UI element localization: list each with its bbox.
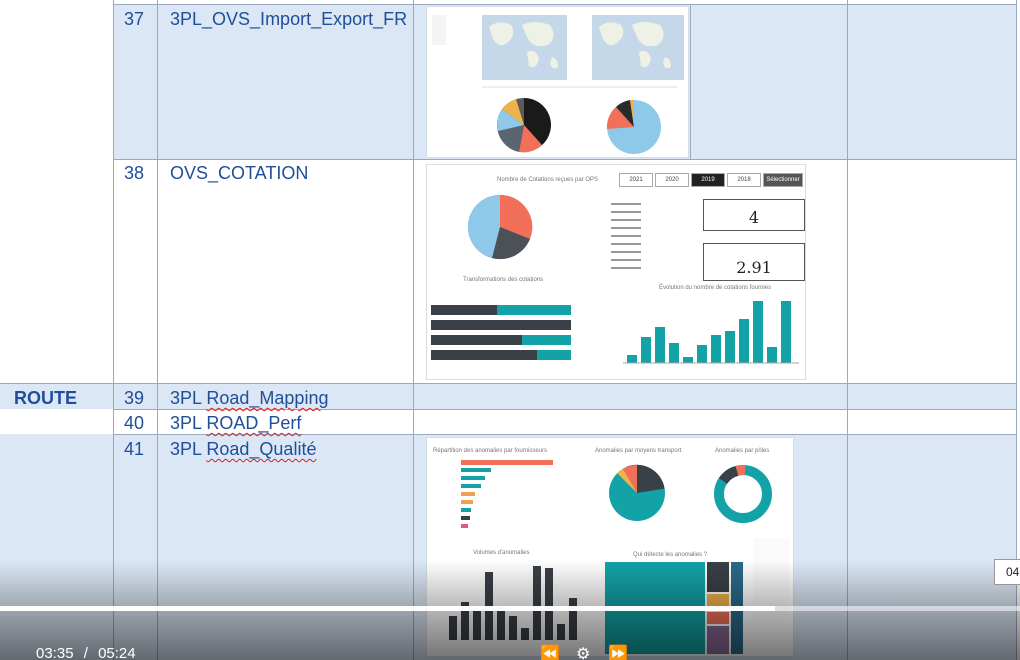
progress-bar-played	[0, 606, 776, 611]
row-name: 3PL Road_Mapping	[170, 388, 329, 408]
section-label: ROUTE	[14, 388, 77, 408]
year-tab: 2019	[691, 173, 725, 187]
row-name: OVS_COTATION	[170, 163, 309, 183]
year-tab: 2021	[619, 173, 653, 187]
chart-title: Évolution du nombre de cotations fournie…	[659, 285, 772, 291]
fast-forward-icon[interactable]: ⏩	[608, 644, 628, 660]
row-number: 39	[124, 388, 145, 408]
row-number: 40	[124, 413, 145, 433]
row-number: 38	[124, 163, 145, 183]
row-number: 41	[124, 439, 145, 459]
year-tab: 2020	[655, 173, 689, 187]
time-separator: /	[83, 645, 88, 660]
row-name: 3PL ROAD_Perf	[170, 413, 302, 433]
report-preview-graphic	[432, 15, 684, 154]
kpi-card: 2.91	[703, 243, 805, 281]
year-tab: Sélectionner tout	[763, 173, 803, 195]
empty-cell	[0, 0, 113, 383]
settings-icon[interactable]: ⚙	[576, 644, 590, 660]
report-thumbnail-import-export	[426, 6, 689, 158]
row-name: 3PL Road_Qualité	[170, 439, 317, 459]
seek-time-tooltip: 04:	[994, 559, 1020, 585]
kpi-card: 4	[703, 199, 805, 231]
row-name: 3PL_OVS_Import_Export_FR	[170, 9, 408, 29]
row-number: 37	[124, 9, 145, 29]
table-row	[0, 383, 1016, 409]
chart-title: Transformations des cotations	[463, 277, 544, 283]
progress-bar[interactable]	[0, 606, 1020, 611]
playback-time: 03:35 / 05:24	[36, 645, 136, 660]
report-thumbnail-cotation: Nombre de Cotations reçues par OPS Trans…	[426, 164, 806, 380]
current-time: 03:35	[36, 645, 74, 660]
total-duration: 05:24	[98, 645, 136, 660]
year-tab: 2018	[727, 173, 761, 187]
table-row	[0, 409, 1016, 434]
rewind-icon[interactable]: ⏪	[540, 644, 560, 660]
